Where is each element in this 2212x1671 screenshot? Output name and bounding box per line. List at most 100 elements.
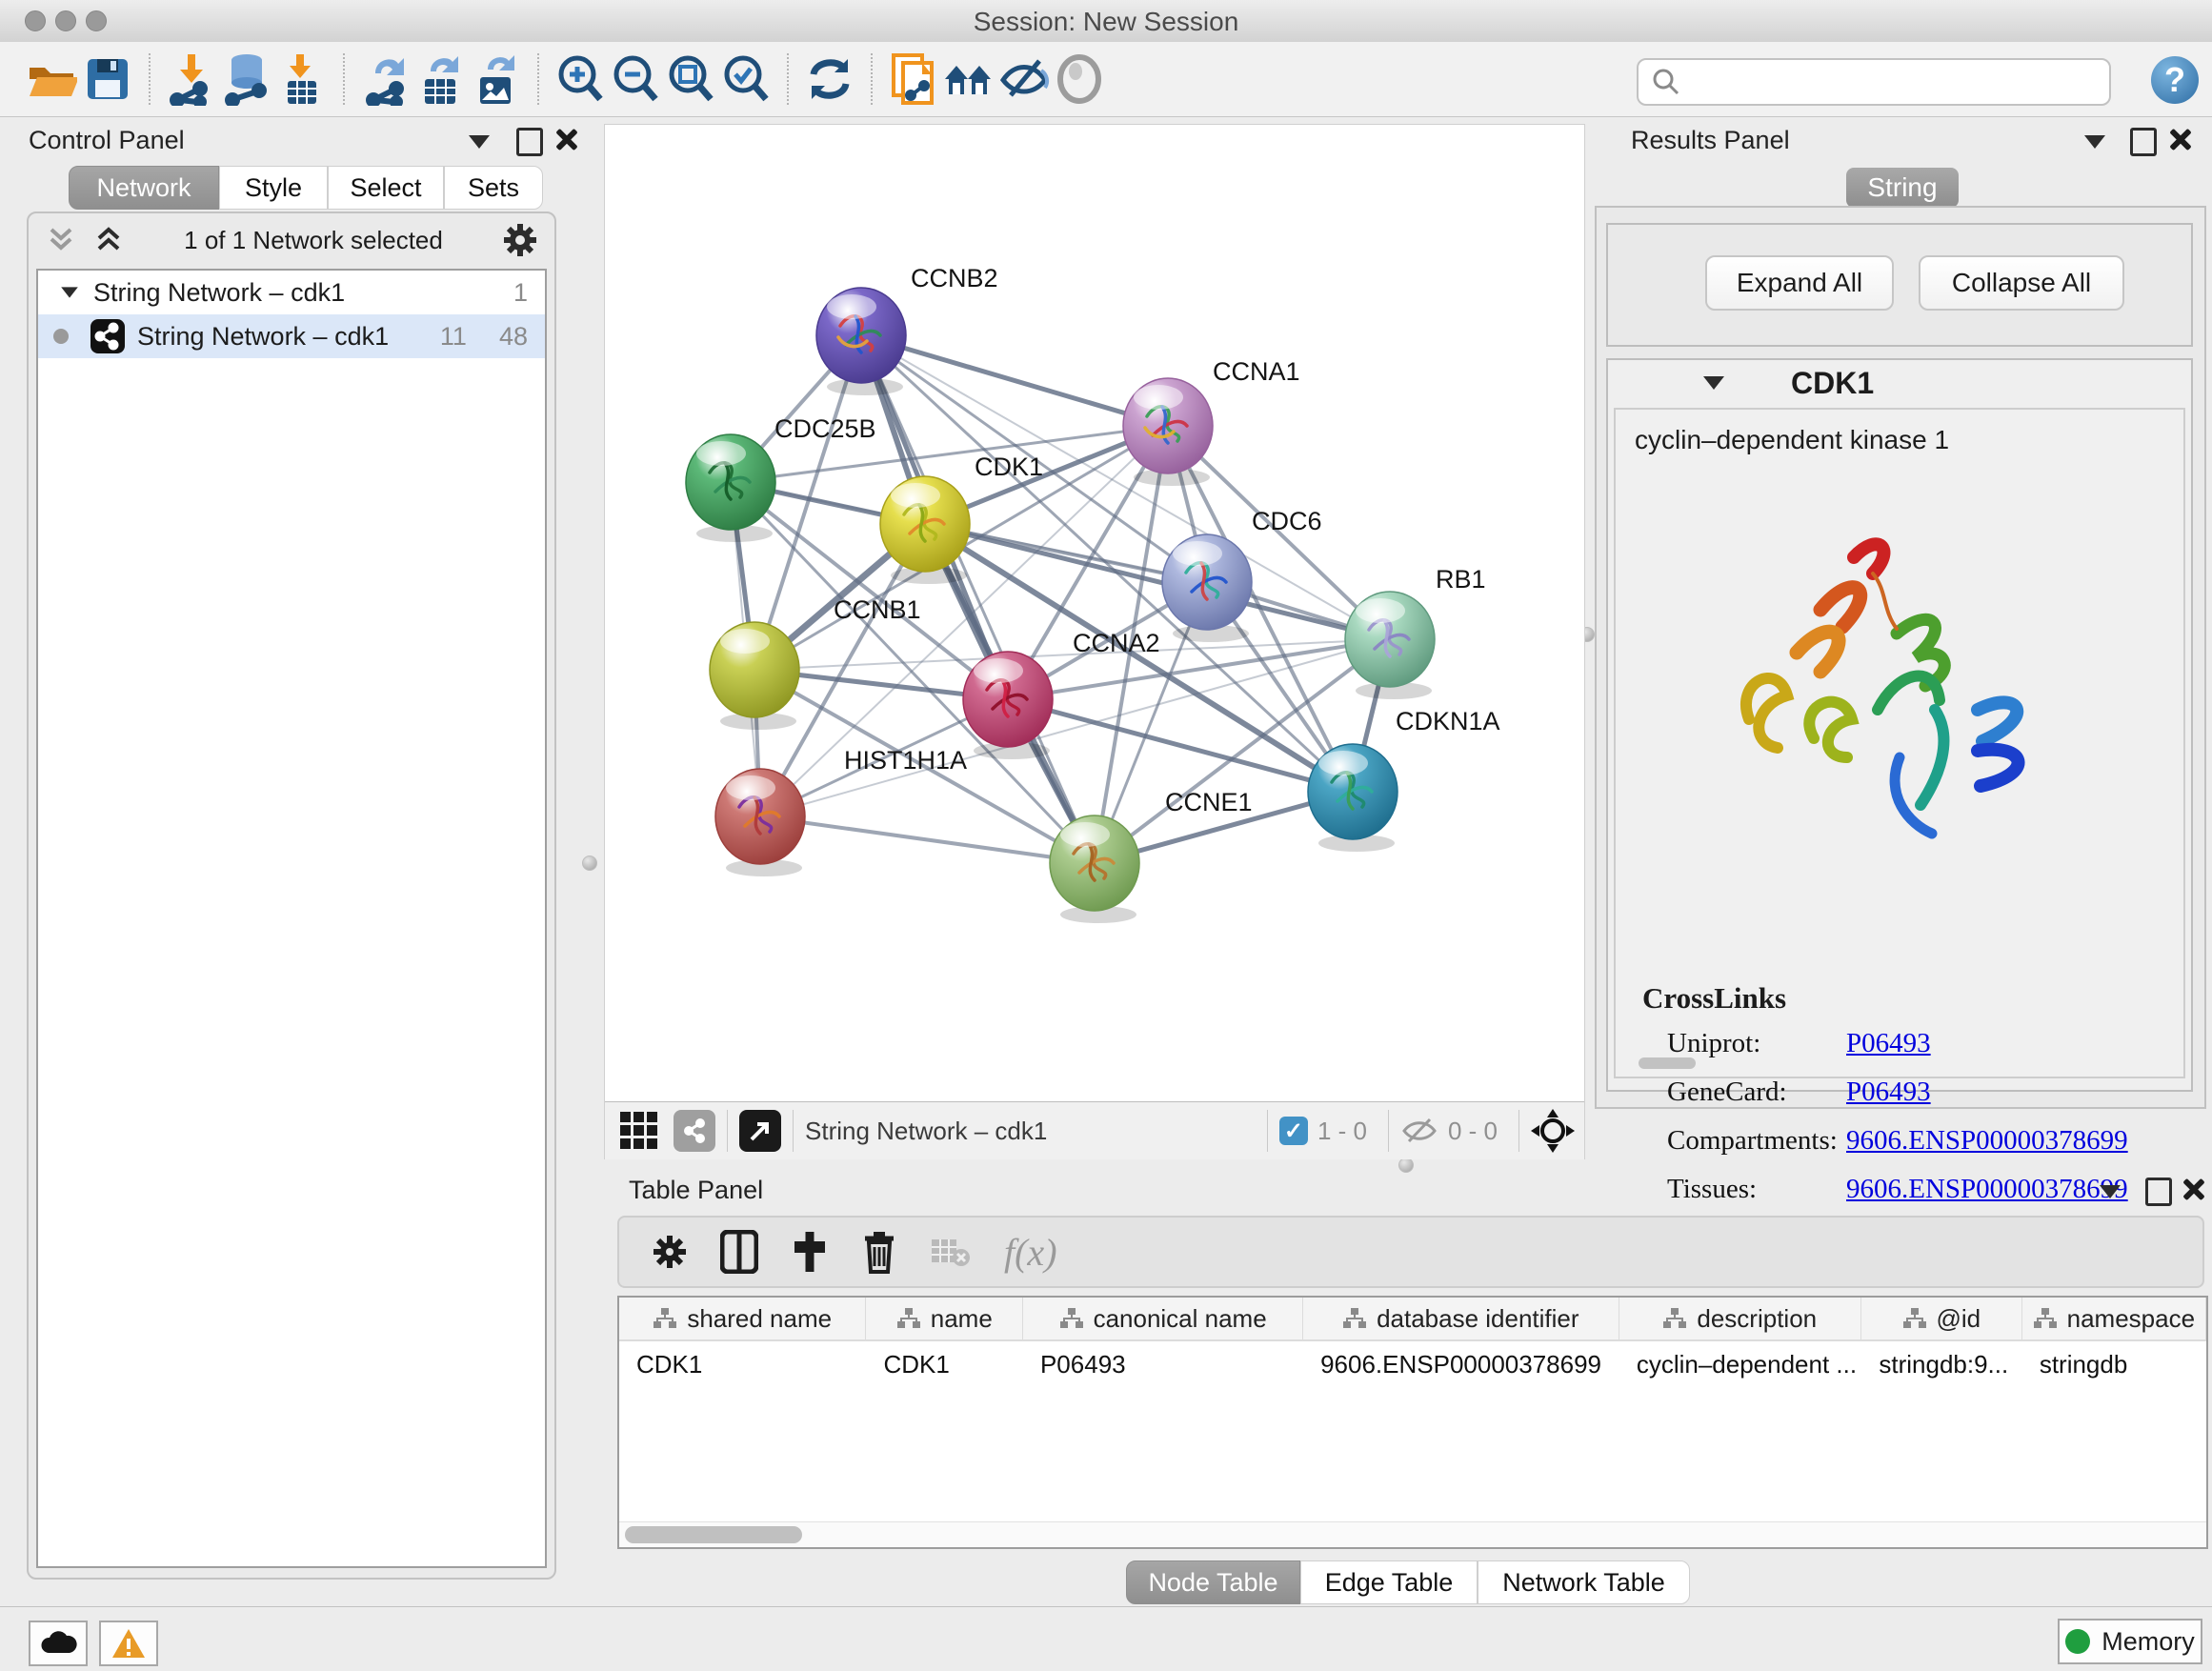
window-title: Session: New Session <box>0 7 2212 37</box>
crosslink-link[interactable]: P06493 <box>1846 1028 1931 1059</box>
network-node-CDKN1A[interactable] <box>1308 744 1398 852</box>
function-builder-icon[interactable]: f(x) <box>1004 1230 1057 1275</box>
network-node-CCNB1[interactable] <box>710 622 799 730</box>
node-label-CDC6: CDC6 <box>1252 507 1322 535</box>
birds-eye-grid-icon[interactable] <box>618 1110 660 1152</box>
selected-checkbox-icon[interactable]: ✓ <box>1279 1117 1308 1145</box>
control-panel-float-icon[interactable] <box>516 128 543 156</box>
column-header[interactable]: name <box>866 1298 1023 1339</box>
tab-sets[interactable]: Sets <box>444 166 543 210</box>
column-header[interactable]: namespace <box>2022 1298 2206 1339</box>
toolbar-separator <box>537 53 539 105</box>
table-hscrollbar-thumb[interactable] <box>625 1526 802 1543</box>
network-canvas[interactable]: CCNB2CCNA1CDC25BCDK1CDC6RB1CCNB1CCNA2CDK… <box>604 124 1585 1159</box>
column-header[interactable]: shared name <box>619 1298 866 1339</box>
table-panel-close-icon[interactable] <box>2182 1178 2204 1200</box>
column-header[interactable]: database identifier <box>1303 1298 1619 1339</box>
network-node-CDC25B[interactable] <box>686 434 775 542</box>
string-documents-icon[interactable] <box>886 51 941 107</box>
tree-expand-icon[interactable] <box>61 287 78 297</box>
cell-database-identifier[interactable]: 9606.ENSP00000378699 <box>1303 1341 1619 1387</box>
results-panel-close-icon[interactable] <box>2168 128 2191 151</box>
string-view-icon[interactable] <box>674 1110 715 1152</box>
zoom-fit-icon[interactable] <box>663 51 718 107</box>
detach-view-icon[interactable] <box>739 1110 781 1152</box>
network-node-CCNA1[interactable] <box>1123 378 1213 486</box>
cell-shared-name[interactable]: CDK1 <box>619 1341 866 1387</box>
control-panel-close-icon[interactable] <box>554 128 577 151</box>
import-network-database-icon[interactable] <box>219 51 274 107</box>
cell-namespace[interactable]: stringdb <box>2022 1341 2206 1387</box>
network-collection-row[interactable]: String Network – cdk1 1 <box>38 271 545 314</box>
delete-table-icon[interactable] <box>930 1236 972 1268</box>
table-settings-gear-icon[interactable] <box>652 1234 688 1270</box>
horizontal-splitter-grip[interactable] <box>1398 1158 1414 1173</box>
export-network-icon[interactable] <box>358 51 413 107</box>
search-input[interactable] <box>1637 58 2111 106</box>
export-image-icon[interactable] <box>469 51 524 107</box>
network-collection-label: String Network – cdk1 <box>93 278 345 308</box>
cell-id[interactable]: stringdb:9... <box>1861 1341 2021 1387</box>
tab-edge-table[interactable]: Edge Table <box>1300 1560 1478 1604</box>
search-field[interactable] <box>1680 67 2109 98</box>
expand-all-button[interactable]: Expand All <box>1705 255 1894 311</box>
control-panel-collapse-icon[interactable] <box>469 135 490 149</box>
zoom-out-icon[interactable] <box>608 51 663 107</box>
column-header[interactable]: canonical name <box>1023 1298 1303 1339</box>
zoom-in-icon[interactable] <box>553 51 608 107</box>
refresh-icon[interactable] <box>802 51 857 107</box>
save-session-icon[interactable] <box>80 51 135 107</box>
results-panel-collapse-icon[interactable] <box>2084 135 2105 149</box>
expand-all-networks-icon[interactable] <box>93 226 126 254</box>
tab-network[interactable]: Network <box>69 166 219 210</box>
table-hscrollbar-track[interactable] <box>619 1521 2206 1547</box>
results-scrollbar-thumb[interactable] <box>1639 1057 1696 1069</box>
string-network-graph[interactable]: CCNB2CCNA1CDC25BCDK1CDC6RB1CCNB1CCNA2CDK… <box>605 125 1584 1101</box>
tab-network-table[interactable]: Network Table <box>1478 1560 1690 1604</box>
cell-canonical-name[interactable]: P06493 <box>1023 1341 1303 1387</box>
zoom-selected-icon[interactable] <box>718 51 774 107</box>
show-columns-icon[interactable] <box>720 1230 758 1274</box>
network-node-CCNB2[interactable] <box>816 288 906 395</box>
hidden-eye-slash-icon[interactable] <box>1400 1115 1438 1147</box>
memory-button[interactable]: Memory <box>2058 1619 2202 1664</box>
table-panel-float-icon[interactable] <box>2145 1178 2172 1206</box>
cloud-status-button[interactable] <box>29 1621 88 1666</box>
delete-column-trash-icon[interactable] <box>861 1230 897 1274</box>
results-tab-string[interactable]: String <box>1846 168 1959 208</box>
column-header[interactable]: @id <box>1861 1298 2022 1339</box>
hide-panel-eye-icon[interactable] <box>996 51 1052 107</box>
fit-selected-crosshair-icon[interactable] <box>1531 1109 1575 1153</box>
import-network-file-icon[interactable] <box>164 51 219 107</box>
left-splitter-grip[interactable] <box>582 856 597 871</box>
table-row[interactable]: CDK1 CDK1 P06493 9606.ENSP00000378699 cy… <box>619 1341 2206 1387</box>
export-table-icon[interactable] <box>413 51 469 107</box>
network-node-CCNE1[interactable] <box>1050 815 1139 923</box>
crosslink-link[interactable]: P06493 <box>1846 1077 1931 1108</box>
network-node-CCNA2[interactable] <box>963 652 1053 759</box>
column-header[interactable]: description <box>1619 1298 1861 1339</box>
open-session-icon[interactable] <box>25 51 80 107</box>
import-table-icon[interactable] <box>274 51 330 107</box>
crosslink-link[interactable]: 9606.ENSP00000378699 <box>1846 1125 2128 1157</box>
network-node-RB1[interactable] <box>1345 592 1435 699</box>
tab-select[interactable]: Select <box>328 166 444 210</box>
cell-description[interactable]: cyclin–dependent ... <box>1619 1341 1862 1387</box>
tab-style[interactable]: Style <box>219 166 328 210</box>
table-panel-collapse-icon[interactable] <box>2100 1185 2121 1198</box>
network-options-gear-icon[interactable] <box>501 221 539 259</box>
warning-status-button[interactable] <box>99 1621 158 1666</box>
network-row-selected[interactable]: String Network – cdk1 11 48 <box>38 314 545 358</box>
cell-name[interactable]: CDK1 <box>866 1341 1022 1387</box>
add-column-icon[interactable] <box>791 1230 829 1274</box>
show-panel-eye-icon[interactable] <box>1052 51 1107 107</box>
results-panel-float-icon[interactable] <box>2130 128 2157 156</box>
help-button[interactable]: ? <box>2151 56 2199 104</box>
tab-node-table[interactable]: Node Table <box>1126 1560 1300 1604</box>
network-node-HIST1H1A[interactable] <box>715 769 805 876</box>
cdk1-collapse-icon[interactable] <box>1703 376 1724 390</box>
home-icon[interactable] <box>941 51 996 107</box>
collapse-all-networks-icon[interactable] <box>46 226 78 254</box>
collapse-all-button[interactable]: Collapse All <box>1919 255 2124 311</box>
status-separator <box>793 1110 794 1152</box>
